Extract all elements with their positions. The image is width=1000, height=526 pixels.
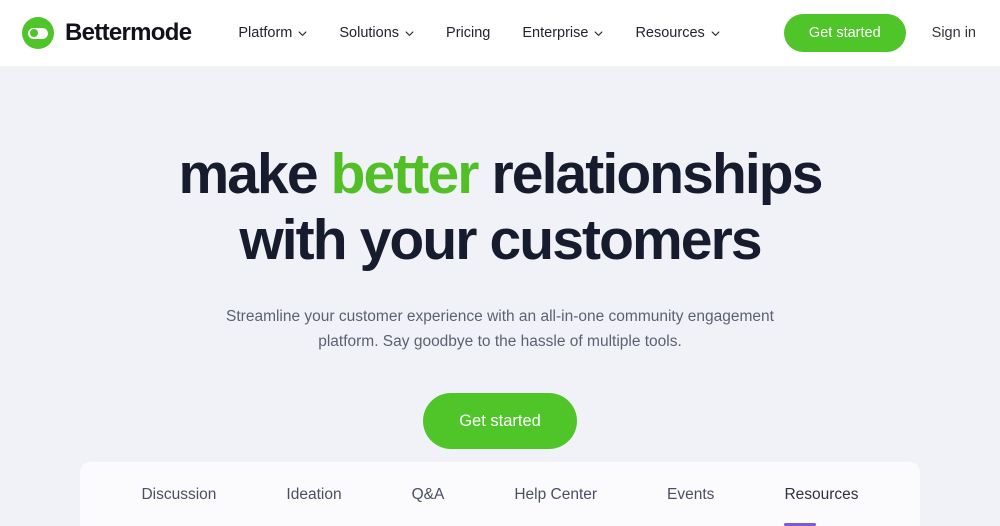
bettermode-toggle-logo-icon (22, 17, 54, 49)
chevron-down-icon (594, 29, 603, 38)
tab-label: Ideation (286, 486, 342, 503)
header-actions: Get started Sign in (783, 14, 976, 52)
main-navigation: Platform Solutions Pricing Enterprise Re… (238, 25, 720, 41)
chevron-down-icon (298, 29, 307, 38)
chevron-down-icon (405, 29, 414, 38)
headline-text-after: relationships (477, 142, 823, 206)
headline-accent-word: better (330, 142, 480, 206)
hero-get-started-button[interactable]: Get started (423, 393, 577, 450)
headline-text-before: make (178, 142, 331, 206)
page-title: make better relationships with your cust… (140, 141, 860, 273)
brand-logo-link[interactable]: Bettermode (22, 17, 192, 49)
headline-line-2: with your customers (239, 208, 762, 273)
site-header: Bettermode Platform Solutions Pricing En… (0, 0, 1000, 66)
community-preview-panel: Discussion Ideation Q&A Help Center Even… (80, 462, 920, 526)
nav-item-label: Platform (238, 25, 293, 41)
headline-line-1: make better relationships (178, 142, 823, 206)
hero-cta-container: Get started (0, 393, 1000, 450)
nav-item-enterprise[interactable]: Enterprise (522, 25, 603, 41)
tab-events[interactable]: Events (667, 486, 714, 526)
nav-item-label: Solutions (339, 25, 400, 41)
brand-name: Bettermode (65, 19, 192, 46)
nav-item-solutions[interactable]: Solutions (339, 25, 414, 41)
tab-help-center[interactable]: Help Center (514, 486, 597, 526)
hero-subtitle: Streamline your customer experience with… (226, 308, 774, 351)
nav-item-resources[interactable]: Resources (635, 25, 720, 41)
tab-label: Help Center (514, 486, 598, 503)
tab-label: Events (667, 486, 715, 503)
tab-label: Q&A (411, 486, 445, 503)
tab-discussion[interactable]: Discussion (141, 486, 216, 526)
chevron-down-icon (711, 29, 720, 38)
tab-qa[interactable]: Q&A (412, 486, 445, 526)
tab-label: Discussion (141, 486, 217, 503)
nav-item-pricing[interactable]: Pricing (446, 25, 490, 41)
nav-item-label: Enterprise (522, 25, 589, 41)
tab-label: Resources (784, 486, 859, 503)
nav-item-label: Pricing (446, 25, 491, 41)
tab-resources[interactable]: Resources (784, 486, 859, 526)
nav-item-label: Resources (635, 25, 705, 41)
tab-ideation[interactable]: Ideation (286, 486, 341, 526)
hero-section: make better relationships with your cust… (0, 66, 1000, 450)
community-tab-bar: Discussion Ideation Q&A Help Center Even… (80, 462, 920, 526)
nav-item-platform[interactable]: Platform (238, 25, 307, 41)
landing-page: Bettermode Platform Solutions Pricing En… (0, 0, 1000, 526)
sign-in-link[interactable]: Sign in (932, 25, 976, 41)
header-get-started-button[interactable]: Get started (783, 14, 906, 52)
